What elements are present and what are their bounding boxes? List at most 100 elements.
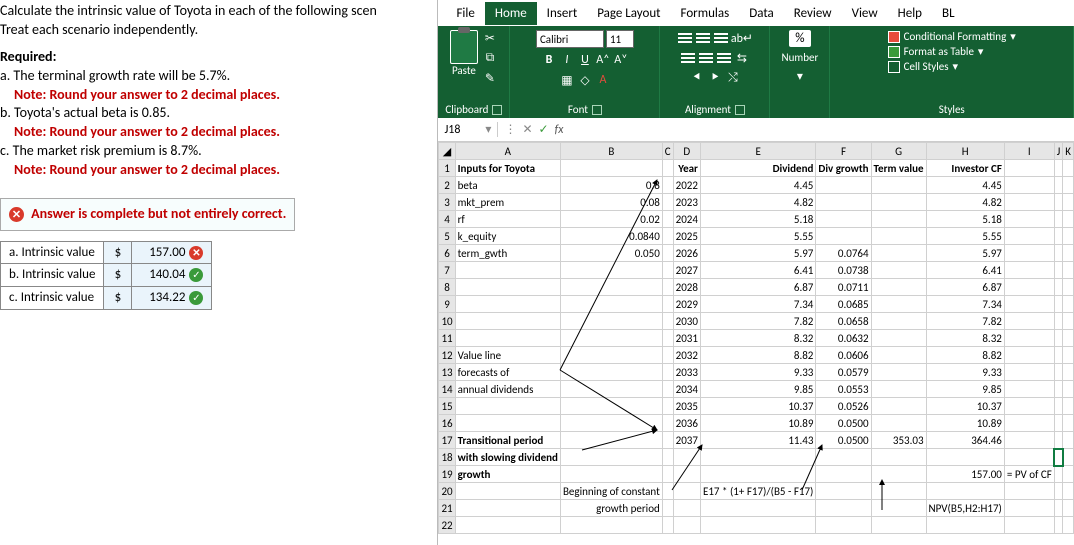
cell[interactable] xyxy=(1004,296,1054,313)
cell[interactable] xyxy=(662,466,673,483)
cell[interactable] xyxy=(816,177,871,194)
row-header[interactable]: 22 xyxy=(439,517,455,534)
cell[interactable] xyxy=(1054,483,1063,500)
cell[interactable] xyxy=(871,500,926,517)
cell[interactable] xyxy=(1004,500,1054,517)
row-header[interactable]: 13 xyxy=(439,364,455,381)
cell[interactable] xyxy=(1063,262,1074,279)
cell[interactable]: with slowing dividend xyxy=(455,449,560,466)
cell[interactable] xyxy=(560,279,662,296)
row-header[interactable]: 14 xyxy=(439,381,455,398)
cell[interactable]: 9.85 xyxy=(926,381,1004,398)
fill-color-button[interactable]: ◇ xyxy=(577,72,593,88)
cell[interactable] xyxy=(816,466,871,483)
cell[interactable]: 353.03 xyxy=(871,432,926,449)
orientation-button[interactable]: ⤭ xyxy=(725,70,741,86)
cell[interactable] xyxy=(1054,347,1063,364)
col-header[interactable]: C xyxy=(662,143,673,160)
indent-inc-button[interactable]: ⯈ xyxy=(707,70,723,86)
value-cell[interactable]: 140.04✓ xyxy=(132,264,212,287)
cell[interactable] xyxy=(871,483,926,500)
tab-insert[interactable]: Insert xyxy=(537,2,588,25)
cell[interactable] xyxy=(816,228,871,245)
cell[interactable]: rf xyxy=(455,211,560,228)
cell[interactable]: 5.18 xyxy=(700,211,815,228)
row-header[interactable]: 17 xyxy=(439,432,455,449)
tab-view[interactable]: View xyxy=(842,2,888,25)
cell[interactable] xyxy=(560,160,662,177)
cell[interactable] xyxy=(1004,517,1054,534)
align-middle-button[interactable] xyxy=(695,30,711,46)
cell[interactable] xyxy=(662,194,673,211)
cell[interactable] xyxy=(662,313,673,330)
cell[interactable] xyxy=(662,432,673,449)
cell[interactable] xyxy=(871,398,926,415)
cell[interactable]: 2029 xyxy=(673,296,700,313)
cell[interactable] xyxy=(662,364,673,381)
cell[interactable]: 7.82 xyxy=(700,313,815,330)
cell[interactable] xyxy=(871,330,926,347)
cell[interactable] xyxy=(1004,194,1054,211)
cell[interactable] xyxy=(1063,296,1074,313)
cell[interactable] xyxy=(871,262,926,279)
cell[interactable] xyxy=(871,228,926,245)
col-header[interactable]: A xyxy=(455,143,560,160)
cell[interactable]: Div growth xyxy=(816,160,871,177)
fx-icon[interactable]: fx xyxy=(555,123,564,137)
cell[interactable] xyxy=(1004,228,1054,245)
cell[interactable]: 2023 xyxy=(673,194,700,211)
cell[interactable] xyxy=(1063,177,1074,194)
cell[interactable]: 5.55 xyxy=(700,228,815,245)
cell[interactable] xyxy=(816,211,871,228)
cell[interactable] xyxy=(1054,313,1063,330)
cell[interactable] xyxy=(1054,500,1063,517)
cell[interactable] xyxy=(1054,398,1063,415)
cell[interactable] xyxy=(560,449,662,466)
cell[interactable]: k_equity xyxy=(455,228,560,245)
percent-button[interactable]: % xyxy=(789,30,810,47)
cell[interactable] xyxy=(1063,211,1074,228)
wrap-text-button[interactable]: ab↵ xyxy=(731,30,753,46)
cell[interactable] xyxy=(1004,279,1054,296)
cell[interactable] xyxy=(662,228,673,245)
name-box[interactable]: J18▾ xyxy=(438,122,498,137)
row-header[interactable]: 19 xyxy=(439,466,455,483)
cell[interactable] xyxy=(926,483,1004,500)
cell[interactable]: 0.050 xyxy=(560,245,662,262)
cell[interactable]: beta xyxy=(455,177,560,194)
cell[interactable]: Transitional period xyxy=(455,432,560,449)
font-name-select[interactable] xyxy=(536,30,604,48)
cell[interactable]: 5.18 xyxy=(926,211,1004,228)
cell[interactable] xyxy=(1063,415,1074,432)
cell[interactable] xyxy=(560,432,662,449)
cell[interactable]: 2024 xyxy=(673,211,700,228)
cell[interactable] xyxy=(662,500,673,517)
cell[interactable]: 7.34 xyxy=(700,296,815,313)
tab-data[interactable]: Data xyxy=(739,2,784,25)
cell[interactable] xyxy=(662,381,673,398)
select-all[interactable]: ◢ xyxy=(439,143,455,160)
cell[interactable] xyxy=(1004,177,1054,194)
cell[interactable] xyxy=(455,415,560,432)
cell[interactable] xyxy=(1063,330,1074,347)
cell[interactable] xyxy=(662,449,673,466)
cell[interactable] xyxy=(700,500,815,517)
cell[interactable]: 2026 xyxy=(673,245,700,262)
cell[interactable]: 4.45 xyxy=(700,177,815,194)
cell[interactable]: Value line xyxy=(455,347,560,364)
cell[interactable] xyxy=(816,517,871,534)
cell[interactable]: 4.82 xyxy=(926,194,1004,211)
row-header[interactable]: 20 xyxy=(439,483,455,500)
cell[interactable]: 2031 xyxy=(673,330,700,347)
cell[interactable] xyxy=(1054,517,1063,534)
cell[interactable]: 8.32 xyxy=(926,330,1004,347)
cell[interactable]: 0.0553 xyxy=(816,381,871,398)
cell[interactable] xyxy=(1063,483,1074,500)
cell[interactable] xyxy=(1054,211,1063,228)
cell[interactable] xyxy=(662,330,673,347)
merge-button[interactable]: ⇆ xyxy=(734,50,750,66)
cell[interactable]: Beginning of constant xyxy=(560,483,662,500)
cell[interactable] xyxy=(560,313,662,330)
cell[interactable] xyxy=(1004,211,1054,228)
cancel-formula-icon[interactable]: ✕ xyxy=(522,122,532,137)
